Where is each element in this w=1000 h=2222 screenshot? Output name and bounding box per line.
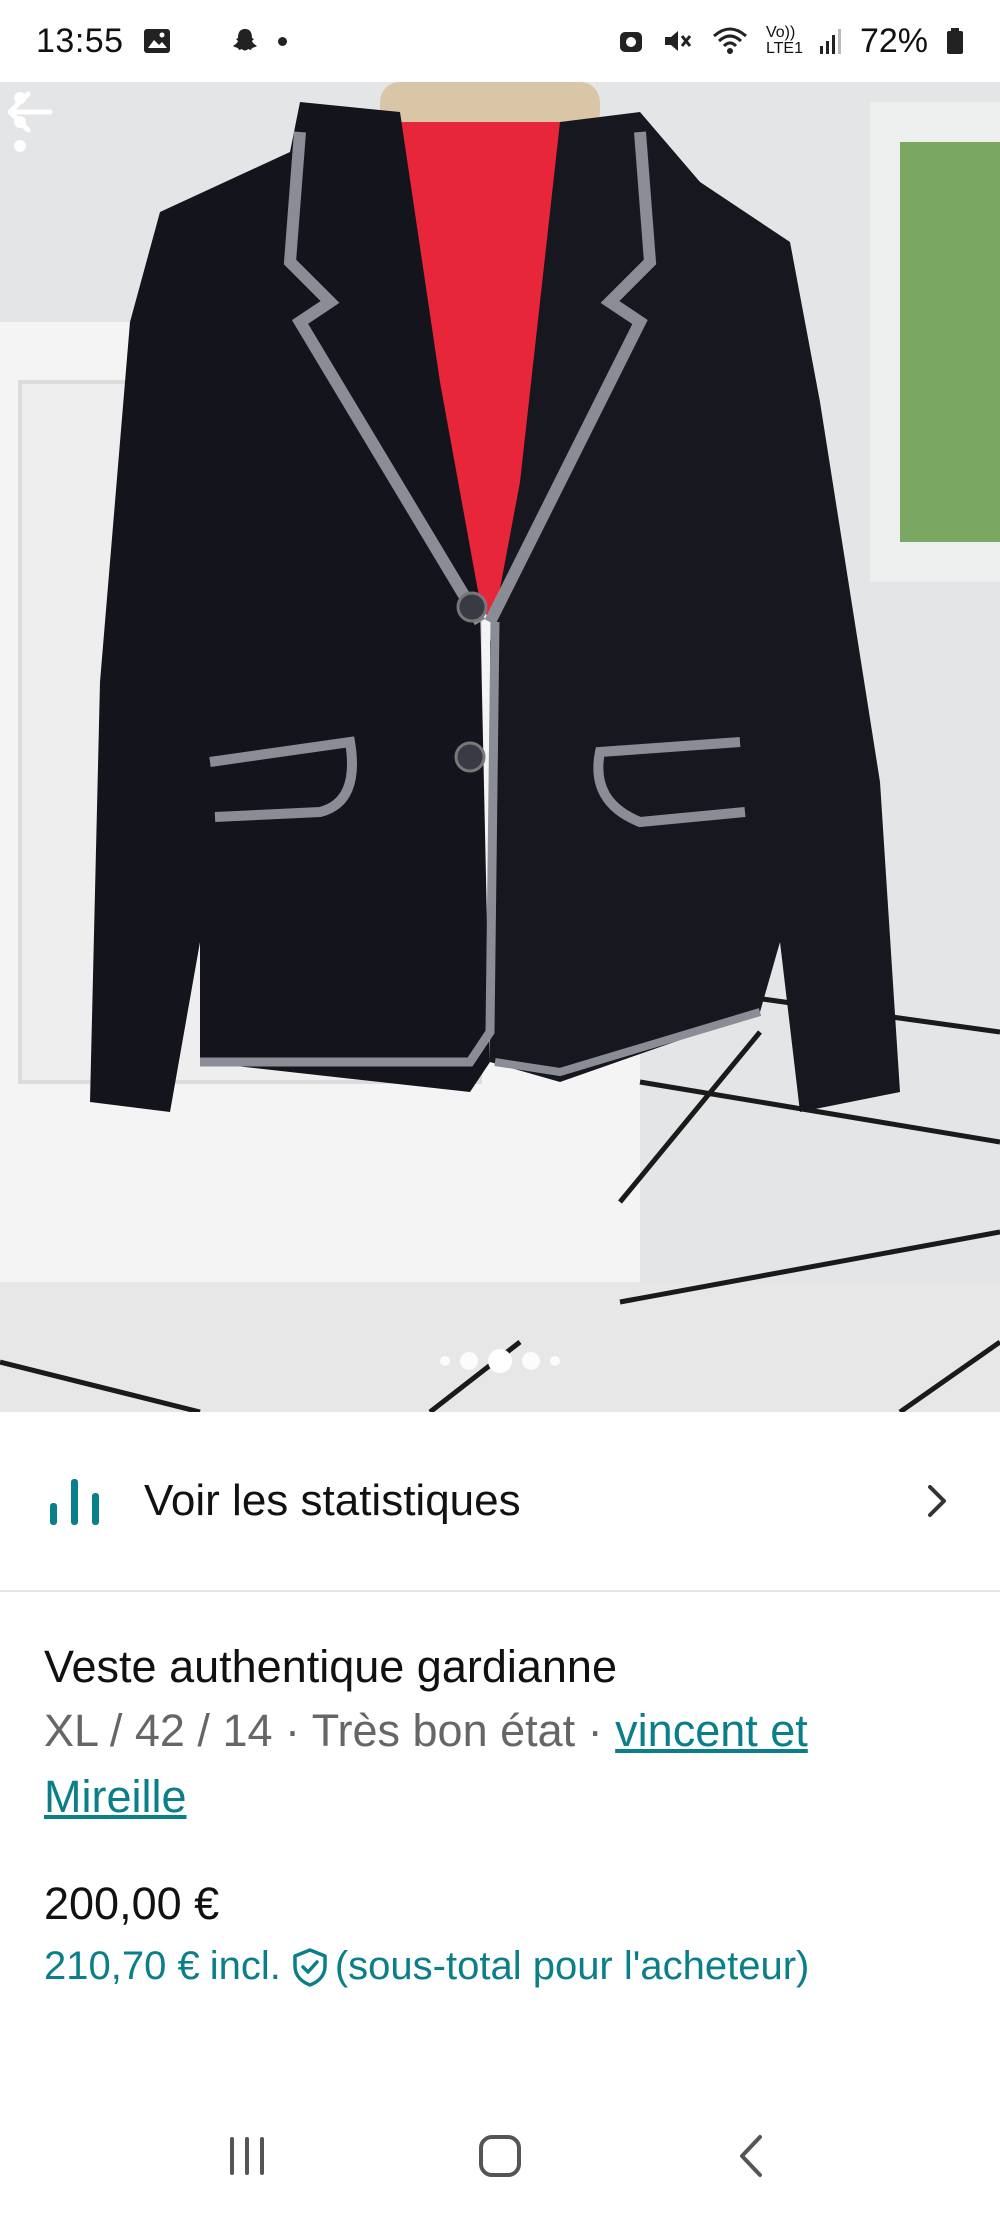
carousel-dot [522, 1352, 540, 1370]
network-type: Vo)) LTE1 [765, 24, 803, 57]
buyer-price-incl: incl. [209, 1944, 281, 1988]
carousel-dot [460, 1352, 478, 1370]
status-time: 13:55 [36, 21, 124, 60]
recent-apps-icon [229, 2137, 264, 2175]
alarm-icon [619, 32, 642, 52]
buyer-price: 210,70 € [44, 1944, 200, 1988]
buyer-price-note: (sous-total pour l'acheteur) [334, 1944, 810, 1988]
status-bar: 13:55 Vo)) LTE1 72% [0, 0, 1000, 82]
home-icon [478, 2135, 521, 2177]
back-chevron-icon [740, 2135, 763, 2177]
carousel-dot [440, 1356, 450, 1366]
back-nav-button[interactable] [718, 2121, 788, 2191]
battery-icon [947, 28, 963, 54]
item-condition: Très bon état [311, 1705, 576, 1756]
view-statistics-row[interactable]: Voir les statistiques [0, 1412, 1000, 1592]
carousel-dot [550, 1356, 560, 1366]
carousel-dot-active [488, 1349, 512, 1373]
mute-icon [664, 31, 692, 51]
jacket-photo [0, 82, 1000, 1412]
battery-percent: 72% [859, 21, 928, 60]
item-title: Veste authentique gardianne [44, 1641, 617, 1692]
meta-separator: · [272, 1705, 312, 1756]
product-photo-carousel[interactable] [0, 82, 1000, 1412]
shield-check-icon [293, 1947, 327, 1987]
gallery-notification-icon [143, 29, 170, 53]
meta-separator: · [575, 1705, 616, 1756]
carousel-indicator [0, 1349, 1000, 1373]
item-details: Veste authentique gardianne XL / 42 / 14… [44, 1640, 956, 1989]
item-size: XL / 42 / 14 [44, 1705, 273, 1756]
signal-icon [819, 29, 841, 54]
bar-chart-icon [50, 1479, 99, 1525]
item-price: 200,00 € [44, 1878, 220, 1929]
more-vert-icon[interactable] [0, 82, 40, 162]
snapchat-notification-icon [232, 29, 257, 51]
item-meta: XL / 42 / 14 · Très bon état · vincent e… [44, 1698, 956, 1830]
chevron-right-icon [928, 1485, 946, 1517]
recent-apps-button[interactable] [212, 2121, 282, 2191]
wifi-icon [712, 27, 747, 54]
home-button[interactable] [465, 2121, 535, 2191]
view-statistics-label: Voir les statistiques [144, 1476, 521, 1525]
system-navigation-bar [0, 2090, 1000, 2222]
notification-dot-icon [277, 36, 287, 46]
buyer-price-row[interactable]: 210,70 € incl. (sous-total pour l'achete… [44, 1944, 956, 1989]
